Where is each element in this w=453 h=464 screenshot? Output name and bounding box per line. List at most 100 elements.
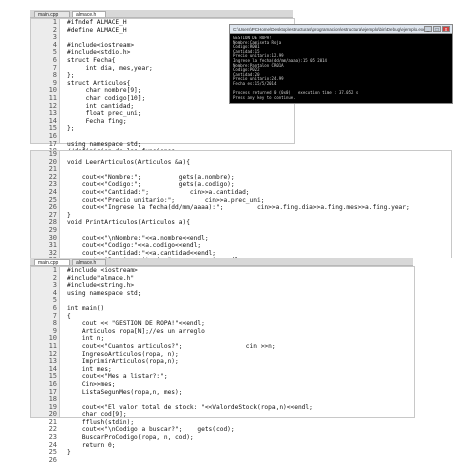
code-line[interactable]: 19 cout<<"El valor total de stock: "<<Va… [31,403,414,412]
code-line[interactable]: 24 cout<<"Cantidad:"; cin>>a.cantidad; [31,188,451,197]
code-line[interactable]: 32 cout<<"Cantidad:"<<a.cantidad<<endl; [31,249,451,258]
code-line[interactable]: 20 void LeerArticulos(Articulos &a){ [31,158,451,167]
code-line[interactable]: 15}; [31,125,294,133]
code-line[interactable]: 4 using namespace std; [31,289,414,298]
code-text: cout<<"Cuantos articulos?"; cin >>n; [67,342,276,350]
code-text: cout<<"El valor total de stock: "<<Valor… [67,403,313,411]
code-line[interactable]: 30 cout<<"\nNombre:"<<a.nombre<<endl; [31,234,451,243]
console-title-bar[interactable]: C:\Users\PCHome\Desktop\estructuras\prog… [230,25,452,34]
code-line[interactable]: 14 Fecha fing; [31,117,294,126]
code-text: cout<<"Cantidad:"<<a.cantidad<<endl; [67,249,217,257]
code-text: cout<<"Cantidad:"; cin>>a.cantidad; [67,188,250,196]
code-text: int main() [67,304,105,312]
editor-panel-main: main.cpp almace.h 1 #include <iostream> 2 #… [0,258,453,463]
code-line[interactable]: 18 [31,395,414,404]
code-line[interactable]: 31 cout<<"Codigo:"<<a.codigo<<endl; [31,242,451,250]
code-line[interactable]: 13 ImprimirArticulos(ropa,n); [31,358,414,366]
tab-main-cpp[interactable]: main.cpp [34,259,70,266]
code-line[interactable]: 6 int main() [31,304,414,313]
code-line[interactable]: 26 [31,455,414,464]
code-line[interactable]: 2 #include"almace.h" [31,274,414,283]
code-line[interactable]: 13 float prec_uni; [31,110,294,118]
code-line[interactable]: 23 BuscarProCodigo(ropa, n, cod); [31,433,414,442]
code-line[interactable]: 23 cout<<"Codigo:"; gets(a.codigo); [31,181,451,189]
maximize-button[interactable]: □ [433,26,441,33]
code-line[interactable]: 21 fflush(stdin); [31,418,414,427]
code-line[interactable]: 16 [31,132,294,141]
code-text: fflush(stdin); [67,418,135,426]
code-text: cout<<"\nCodigo a buscar?"; gets(cod); [67,426,235,434]
code-text: #include<stdio.h> [67,49,131,57]
code-text: int cantidad; [67,102,135,110]
editor-body[interactable]: 1 #include <iostream> 2 #include"almace.h" 3… [30,266,415,463]
close-button[interactable]: x [442,26,450,33]
code-line[interactable]: 15 cout<<"Mes a listar?:"; [31,373,414,381]
code-line[interactable]: 1 #include <iostream> [31,266,414,275]
code-line[interactable]: 25} [31,449,414,457]
code-line[interactable]: 20 char cod[9]; [31,411,414,419]
code-text: ListaSegunMes(ropa,n, mes); [67,388,183,396]
code-text: cout << "GESTION DE ROPA!"<<endl; [67,320,205,328]
code-line[interactable]: 28 void PrintArticulos(Articulos a){ [31,219,451,227]
code-text: char cod[9]; [67,411,127,419]
code-line[interactable]: 19 [31,150,451,159]
code-text: #include<iostream> [67,41,135,49]
code-line[interactable]: 3 #include<string.h> [31,282,414,290]
code-text: void PrintArticulos(Articulos a){ [67,219,190,227]
code-text: cout<<"Mes a listar?:"; [67,373,168,381]
code-text: using namespace std; [67,289,142,297]
code-text: float prec_uni; [67,110,142,118]
code-text: int n; [67,335,105,343]
code-line[interactable]: 8 cout << "GESTION DE ROPA!"<<endl; [31,320,414,328]
code-text: BuscarProCodigo(ropa, n, cod); [67,434,194,442]
line-number: 26 [48,455,57,464]
code-line[interactable]: 7{ [31,312,414,321]
editor-body[interactable]: 19 20 void LeerArticulos(Articulos &a){21 2… [30,150,452,325]
code-line[interactable]: 5 [31,297,414,305]
code-text: cout<<"\nNombre:"<<a.nombre<<endl; [67,234,209,242]
tab-bar: main.cpp almace.h [30,258,413,266]
code-text: using namespace std; [67,140,142,148]
code-text: char nombre[9]; [67,87,142,95]
code-text: ImprimirArticulos(ropa,n); [67,358,179,366]
code-line[interactable]: 22 cout<<"\nCodigo a buscar?"; gets(cod)… [31,426,414,434]
code-text: cout<<"Codigo:"; gets(a.codigo); [67,181,235,189]
code-text: return 0; [67,441,116,449]
code-line[interactable]: 16 Cin>>mes; [31,380,414,389]
code-line[interactable]: 10 int n; [31,335,414,343]
code-text: char codigo[10]; [67,94,146,102]
code-text: }; [67,72,75,80]
code-text: Cin>>mes; [67,380,116,388]
code-text: int mes; [67,365,112,373]
code-text: struct Articulos{ [67,79,131,87]
tab-almace-h[interactable]: almace.h [72,259,106,266]
code-line[interactable]: 14 int mes; [31,365,414,374]
code-text: { [67,312,71,320]
tab-almace-h[interactable]: almace.h [72,11,106,18]
code-line[interactable]: 21 [31,166,451,174]
code-line[interactable]: 26 cout<<"Ingrese la fecha(dd/mm/aaaa):"… [31,204,451,212]
code-line[interactable]: 27} [31,211,451,220]
code-line[interactable]: 11 cout<<"Cuantos articulos?"; cin >>n; [31,342,414,351]
code-text: #include <iostream> [67,267,138,274]
code-line[interactable]: 17 ListaSegunMes(ropa,n, mes); [31,388,414,397]
code-line[interactable]: 17 using namespace std; [31,140,294,149]
code-text: #define ALMACE_H [67,26,127,34]
code-line[interactable]: 12 IngresoArticulos(ropa, n); [31,350,414,359]
code-line[interactable]: 9 Articulos ropa[N];//es un arreglo [31,327,414,336]
tab-main-cpp[interactable]: main.cpp [34,11,70,18]
console-title: C:\Users\PCHome\Desktop\estructuras\prog… [233,27,426,32]
code-text: } [67,449,71,457]
code-text: #include<string.h> [67,282,135,290]
code-text: }; [67,125,75,133]
console-window[interactable]: C:\Users\PCHome\Desktop\estructuras\prog… [229,24,453,104]
code-line[interactable]: 24 return 0; [31,441,414,450]
code-text: int dia, mes,year; [67,64,153,72]
code-text: cout<<"Codigo:"<<a.codigo<<endl; [67,242,202,250]
code-line[interactable]: 29 [31,226,451,235]
code-line[interactable]: 25 cout<<"Precio unitario:"; cin>>a.prec… [31,196,451,205]
minimize-button[interactable]: _ [424,26,432,33]
code-text: struct Fecha{ [67,56,116,64]
code-text: void LeerArticulos(Articulos &a){ [67,158,190,166]
code-line[interactable]: 22 cout<<"Nombre:"; gets(a.nombre); [31,173,451,182]
